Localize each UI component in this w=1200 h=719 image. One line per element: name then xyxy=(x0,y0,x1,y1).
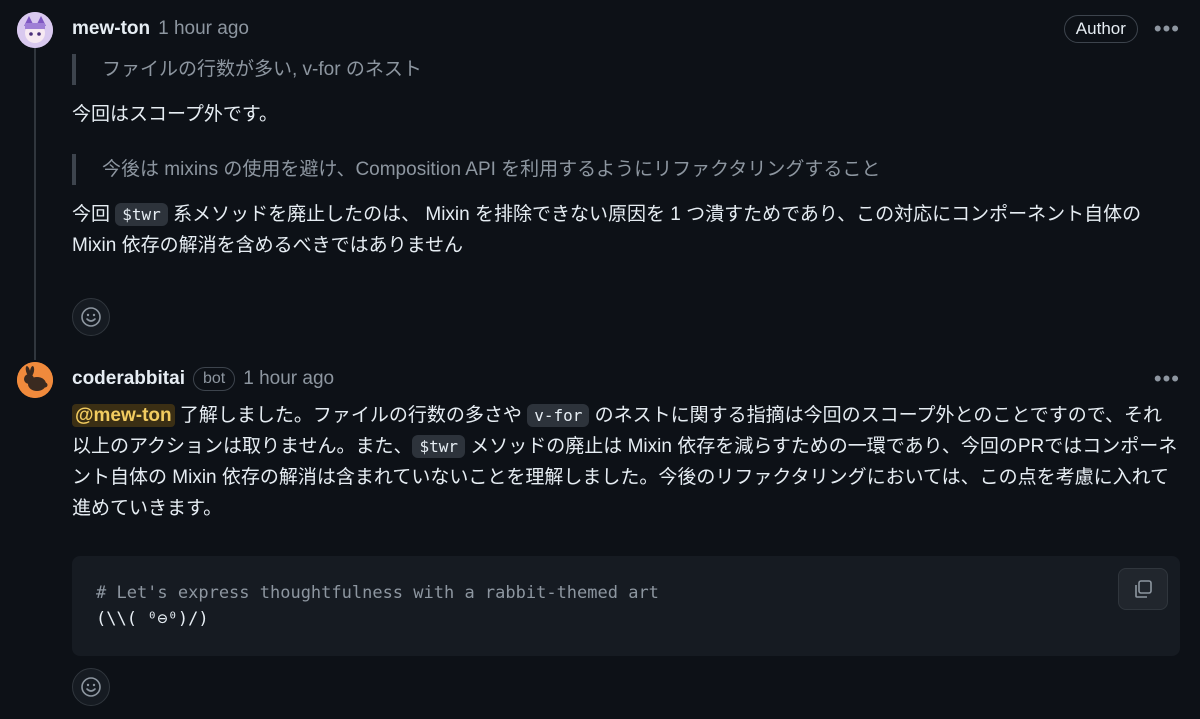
user-avatar-icon xyxy=(17,12,53,48)
inline-code: v-for xyxy=(527,404,590,427)
comment-header: mew-ton 1 hour ago Author ••• xyxy=(72,14,1180,44)
copy-icon xyxy=(1135,580,1152,598)
inline-code: $twr xyxy=(412,435,466,458)
paragraph-text: 系メソッドを廃止したのは、 Mixin を排除できない原因を 1 つ潰すためであ… xyxy=(72,204,1142,256)
author-badge: Author xyxy=(1063,15,1138,43)
rabbit-icon xyxy=(17,362,53,398)
paragraph-text: 今回はスコープ外です。 xyxy=(72,104,278,125)
paragraph: 今回はスコープ外です。 xyxy=(72,99,1180,130)
paragraph: 今回 $twr 系メソッドを廃止したのは、 Mixin を排除できない原因を 1… xyxy=(72,199,1180,261)
comment-thread: mew-ton 1 hour ago Author ••• ファイルの行数が多い… xyxy=(0,0,1200,719)
code-content: # Let's express thoughtfulness with a ra… xyxy=(96,580,659,632)
kebab-icon[interactable]: ••• xyxy=(1154,368,1180,390)
kebab-icon[interactable]: ••• xyxy=(1154,18,1180,40)
smiley-icon xyxy=(81,677,101,697)
quote: ファイルの行数が多い, v-for のネスト xyxy=(72,54,1180,85)
code-block: # Let's express thoughtfulness with a ra… xyxy=(72,556,1180,656)
author-name[interactable]: coderabbitai xyxy=(72,368,185,390)
comment-body: ファイルの行数が多い, v-for のネスト 今回はスコープ外です。 今後は m… xyxy=(72,48,1180,261)
comment-body: @mew-ton 了解しました。ファイルの行数の多さや v-for のネストに関… xyxy=(72,400,1180,524)
timeline-line xyxy=(34,48,36,360)
code-line: # Let's express thoughtfulness with a ra… xyxy=(96,583,659,603)
comment-header: coderabbitai bot 1 hour ago ••• xyxy=(72,364,1180,394)
paragraph-text: 了解しました。ファイルの行数の多さや xyxy=(174,405,528,426)
author-name[interactable]: mew-ton xyxy=(72,18,150,40)
user-mention[interactable]: @mew-ton xyxy=(72,404,175,427)
paragraph-text: 今回 xyxy=(72,204,116,225)
copy-button[interactable] xyxy=(1118,568,1168,610)
smiley-icon xyxy=(81,307,101,327)
quote-text: ファイルの行数が多い, v-for のネスト xyxy=(102,59,422,80)
add-reaction-button[interactable] xyxy=(72,298,110,336)
paragraph: @mew-ton 了解しました。ファイルの行数の多さや v-for のネストに関… xyxy=(72,400,1180,524)
header-actions: ••• xyxy=(1154,368,1180,390)
avatar[interactable] xyxy=(17,12,53,48)
code-line: (\\( ⁰⊖⁰)/) xyxy=(96,609,209,629)
quote: 今後は mixins の使用を避け、Composition API を利用するよ… xyxy=(72,154,1180,185)
inline-code: $twr xyxy=(115,203,168,226)
bot-badge: bot xyxy=(192,367,236,391)
avatar[interactable] xyxy=(17,362,53,398)
quote-text: 今後は mixins の使用を避け、Composition API を利用するよ… xyxy=(102,159,881,180)
header-actions: Author ••• xyxy=(1063,15,1180,43)
add-reaction-button[interactable] xyxy=(72,668,110,706)
timestamp[interactable]: 1 hour ago xyxy=(243,368,334,390)
timestamp[interactable]: 1 hour ago xyxy=(158,18,249,40)
